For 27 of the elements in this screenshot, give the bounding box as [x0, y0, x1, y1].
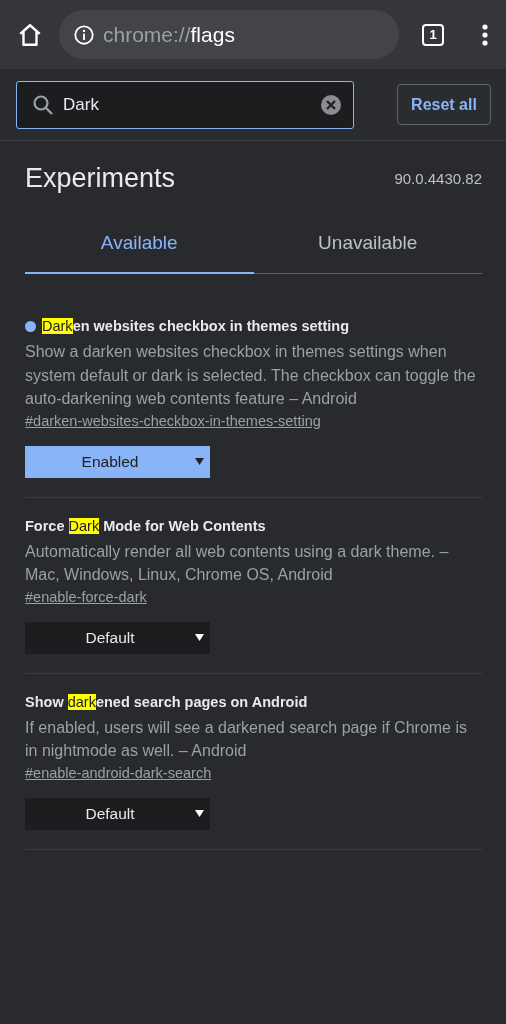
clear-icon[interactable] [320, 93, 342, 116]
flag-dropdown[interactable]: Enabled [25, 445, 210, 478]
flag-dropdown[interactable]: Default [25, 621, 210, 654]
tab[interactable]: Unavailable [253, 232, 482, 274]
page-title: Experiments [25, 163, 176, 194]
caret-icon [195, 810, 204, 817]
flag-description: If enabled, users will see a darkened search page if Chrome is in nightmode as well. – Android [25, 717, 468, 761]
search-field[interactable]: Dark [16, 80, 354, 129]
version-label: 90.0.4430.82 [394, 170, 482, 187]
tab-count-button[interactable]: 1 [422, 23, 444, 46]
caret-icon [195, 634, 204, 641]
menu-icon[interactable] [482, 23, 488, 46]
flag-description: Show a darken websites checkbox in themes settings when system default or dark is selected. The checkbox can toggle the auto-darkening web contents feature – Android [25, 342, 477, 409]
info-icon[interactable] [73, 23, 95, 46]
flag-link[interactable]: #enable-android-dark-search [25, 764, 212, 781]
flag-description: Automatically render all web contents using a dark theme. – Mac, Windows, Linux, Chrome OS, Android [25, 541, 450, 585]
tab[interactable]: Available [25, 232, 254, 274]
flag-link[interactable]: #darken-websites-checkbox-in-themes-setting [25, 412, 321, 429]
caret-icon [195, 458, 204, 465]
reset-all-button[interactable]: Reset all [397, 84, 491, 125]
flag-link[interactable]: #enable-force-dark [25, 588, 147, 605]
address-bar[interactable]: chrome://flags [59, 10, 399, 59]
home-icon[interactable] [17, 21, 43, 48]
flag-dropdown[interactable]: Default [25, 797, 210, 830]
flag-title: Force Dark Mode for Web Contents [25, 517, 266, 534]
search-input[interactable]: Dark [63, 94, 312, 115]
search-icon [31, 92, 55, 117]
